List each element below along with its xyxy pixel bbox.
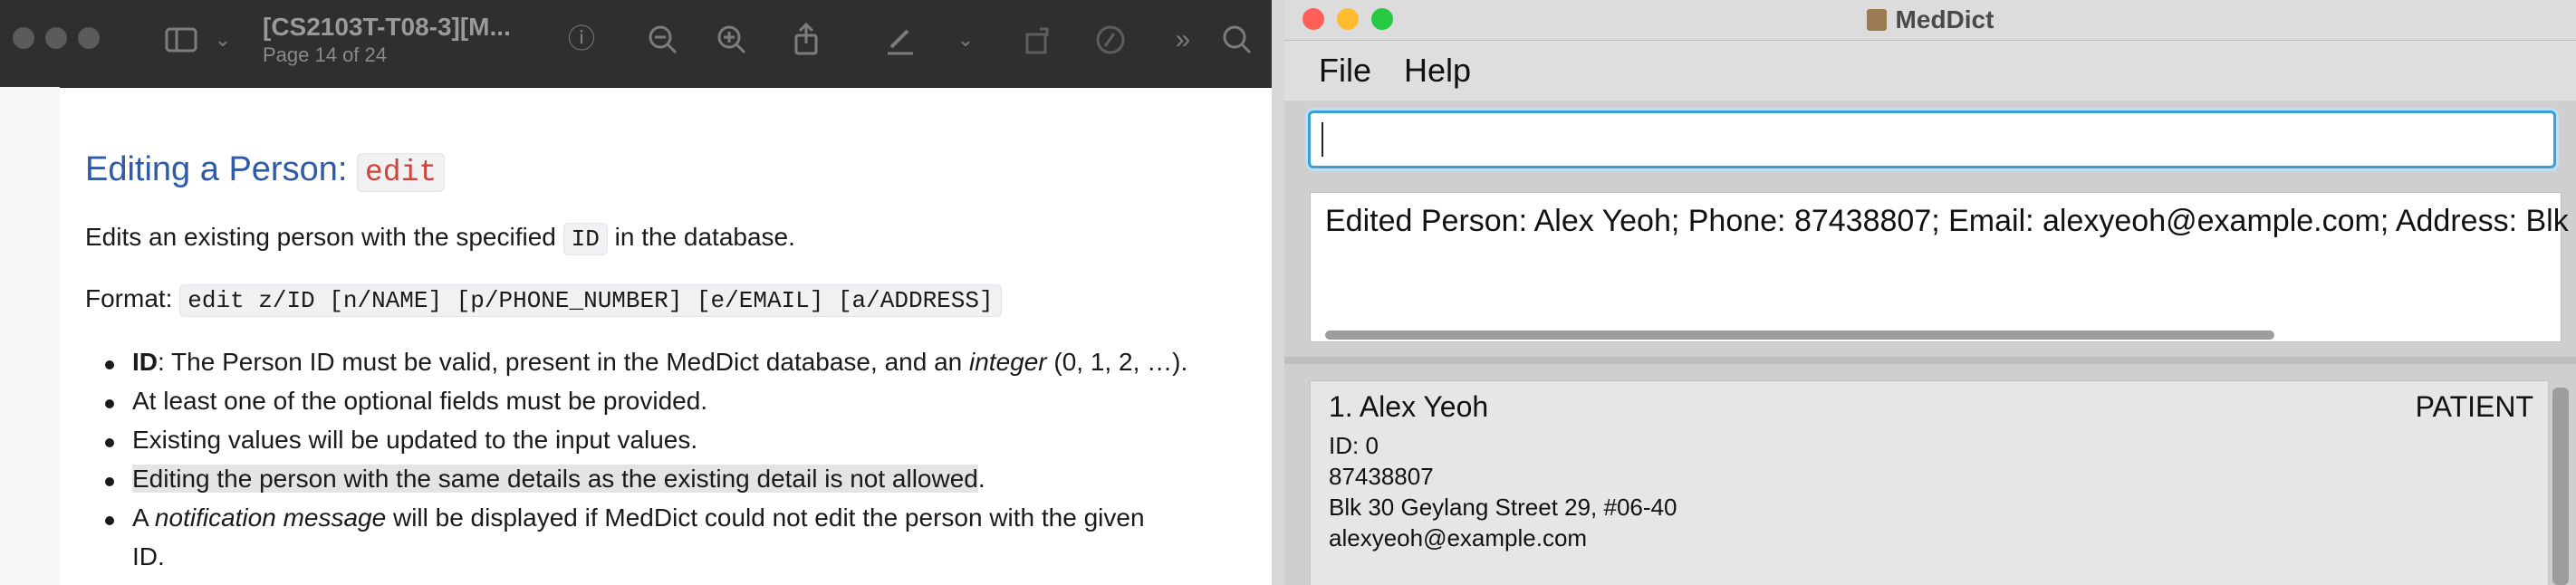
highlighted-text[interactable]: Editing the person with the same details… xyxy=(132,465,978,493)
bullet-wrap-line: ID. xyxy=(132,542,165,571)
bullet-dot xyxy=(105,516,114,525)
zoom-in-icon[interactable] xyxy=(714,22,750,58)
meddict-titlebar: MedDict xyxy=(1284,0,2576,41)
heading-code: edit xyxy=(356,153,446,192)
bullet-text: A xyxy=(132,503,155,532)
command-input[interactable] xyxy=(1308,110,2556,168)
bullet-text-end: will be displayed if MedDict could not e… xyxy=(386,503,1145,532)
app-icon xyxy=(1866,9,1887,31)
share-icon[interactable] xyxy=(788,22,824,58)
page-indicator: Page 14 of 24 xyxy=(263,43,388,66)
page-margin xyxy=(0,87,60,585)
bullet-text: : The Person ID must be valid, present i… xyxy=(158,348,969,376)
search-icon[interactable] xyxy=(1219,22,1255,58)
desc-text: Edits an existing person with the specif… xyxy=(85,223,563,251)
person-address: Blk 30 Geylang Street 29, #06-40 xyxy=(1329,494,1677,521)
bullet-item: ID: The Person ID must be valid, present… xyxy=(105,348,1188,377)
result-text: Edited Person: Alex Yeoh; Phone: 8743880… xyxy=(1325,204,2576,238)
sidebar-icon[interactable] xyxy=(163,22,199,58)
result-display[interactable]: Edited Person: Alex Yeoh; Phone: 8743880… xyxy=(1310,192,2576,342)
format-code: edit z/ID [n/NAME] [p/PHONE_NUMBER] [e/E… xyxy=(179,284,1002,317)
bullet-item: A notification message will be displayed… xyxy=(105,503,1145,532)
person-card[interactable]: 1. Alex Yeoh PATIENT ID: 0 87438807 Blk … xyxy=(1310,380,2549,585)
person-name: 1. Alex Yeoh xyxy=(1329,390,1489,423)
desc-code: ID xyxy=(562,223,608,255)
chevron-down-icon[interactable]: ⌄ xyxy=(205,22,241,58)
window-title-text: MedDict xyxy=(1895,5,1994,34)
highlight-pen-icon[interactable] xyxy=(882,22,918,58)
bullet-text-end: (0, 1, 2, …). xyxy=(1046,348,1188,376)
bullet-item: At least one of the optional fields must… xyxy=(105,387,708,416)
person-phone: 87438807 xyxy=(1329,463,1434,490)
window-gap xyxy=(1272,0,1284,585)
bullet-item: Existing values will be updated to the i… xyxy=(105,426,698,455)
horizontal-scrollbar[interactable] xyxy=(1325,331,2274,340)
meddict-window: MedDict File Help Edited Person: Alex Ye… xyxy=(1284,0,2576,585)
bullet-italic: notification message xyxy=(154,503,387,532)
window-title: MedDict xyxy=(1284,5,2576,34)
bullet-dot xyxy=(105,360,114,369)
bullet-bold: ID xyxy=(132,348,158,376)
bullet-text: Existing values will be updated to the i… xyxy=(132,426,698,454)
split-divider[interactable] xyxy=(1284,357,2576,364)
person-tag: PATIENT xyxy=(2415,390,2533,423)
bullet-text-end: . xyxy=(977,465,985,493)
window-close-button[interactable] xyxy=(13,27,34,49)
person-id: ID: 0 xyxy=(1329,432,1379,459)
zoom-out-icon[interactable] xyxy=(645,22,681,58)
vertical-scrollbar[interactable] xyxy=(2552,388,2569,585)
bullet-item: Editing the person with the same details… xyxy=(105,465,985,494)
person-email: alexyeoh@example.com xyxy=(1329,524,1588,551)
menu-help[interactable]: Help xyxy=(1404,52,1471,90)
section-heading: Editing a Person: edit xyxy=(85,150,446,192)
window-zoom-button[interactable] xyxy=(78,27,100,49)
info-icon[interactable]: ⓘ xyxy=(563,22,600,58)
rotate-icon[interactable] xyxy=(1020,22,1056,58)
text-caret xyxy=(1322,122,1323,157)
window-minimize-button[interactable] xyxy=(45,27,67,49)
bullet-text: At least one of the optional fields must… xyxy=(132,387,708,415)
pdf-viewer-window: ⌄ [CS2103T-T08-3][M... Page 14 of 24 ⓘ ⌄… xyxy=(0,0,1272,585)
desc-text-end: in the database. xyxy=(607,223,795,251)
bullet-dot xyxy=(105,477,114,486)
bullet-dot xyxy=(105,438,114,447)
heading-text: Editing a Person: xyxy=(85,150,357,188)
chevron-down-icon[interactable]: ⌄ xyxy=(947,22,984,58)
more-icon[interactable]: » xyxy=(1165,22,1201,58)
document-title: [CS2103T-T08-3][M... xyxy=(263,13,511,41)
menu-file[interactable]: File xyxy=(1319,52,1371,90)
format-paragraph: Format: edit z/ID [n/NAME] [p/PHONE_NUMB… xyxy=(85,284,1002,317)
menu-bar: File Help xyxy=(1284,41,2576,101)
format-label: Format: xyxy=(85,284,180,312)
bullet-dot xyxy=(105,399,114,408)
markup-icon[interactable] xyxy=(1092,22,1129,58)
bullet-italic: integer xyxy=(969,348,1047,376)
description-paragraph: Edits an existing person with the specif… xyxy=(85,223,795,255)
pdf-toolbar: ⌄ [CS2103T-T08-3][M... Page 14 of 24 ⓘ ⌄… xyxy=(0,0,1272,88)
